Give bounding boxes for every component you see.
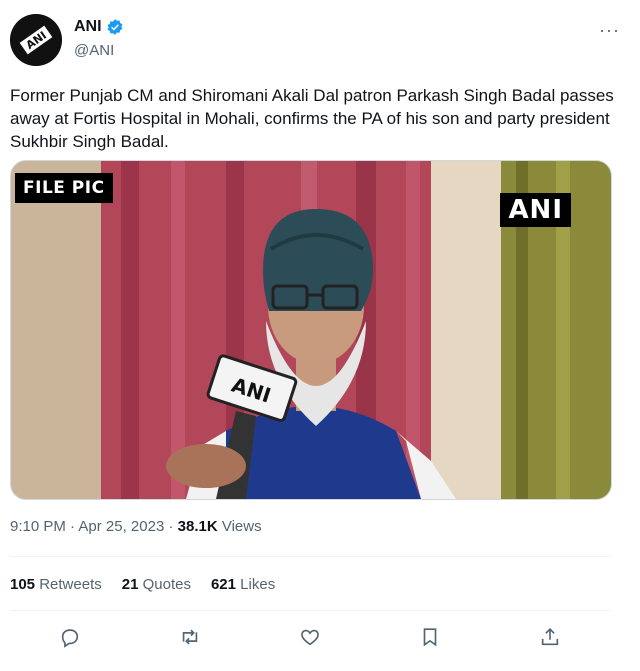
views-label: Views	[221, 518, 262, 535]
display-name[interactable]: ANI	[74, 18, 102, 36]
tweet-meta: 9:10 PM · Apr 25, 2023 · 38.1K Views	[10, 518, 262, 535]
retweet-icon	[182, 629, 198, 645]
share-icon	[541, 628, 559, 646]
more-options-icon[interactable]: ···	[599, 20, 620, 41]
reply-button[interactable]	[50, 622, 90, 652]
reply-icon	[61, 629, 79, 648]
quotes-stat[interactable]: 21 Quotes	[122, 576, 191, 593]
meta-separator: ·	[168, 518, 174, 535]
file-pic-label: FILE PIC	[15, 173, 113, 203]
tweet-date[interactable]: Apr 25, 2023	[78, 518, 164, 535]
quotes-count: 21	[121, 576, 139, 593]
like-button[interactable]	[290, 622, 330, 652]
divider	[10, 556, 610, 557]
action-bar	[10, 622, 610, 652]
handle[interactable]: @ANI	[74, 42, 114, 59]
engagement-stats: 105 Retweets 21 Quotes 621 Likes	[10, 576, 275, 593]
likes-label: Likes	[240, 576, 276, 593]
name-row: ANI	[74, 18, 124, 36]
tweet: ANI ANI @ANI ··· Former Punjab CM and Sh…	[0, 0, 640, 671]
verified-badge-icon	[107, 19, 122, 35]
retweets-stat[interactable]: 105 Retweets	[10, 576, 102, 593]
share-button[interactable]	[530, 622, 570, 652]
quotes-label: Quotes	[142, 576, 191, 593]
media-image[interactable]: ANI FILE PIC ANI	[10, 160, 612, 500]
like-icon	[301, 629, 319, 646]
likes-stat[interactable]: 621 Likes	[211, 576, 275, 593]
divider	[10, 610, 610, 611]
bookmark-icon	[423, 628, 437, 647]
retweet-button[interactable]	[170, 622, 210, 652]
bookmark-button[interactable]	[410, 622, 450, 652]
likes-count: 621	[210, 576, 236, 593]
avatar[interactable]: ANI	[10, 14, 62, 66]
tweet-time[interactable]: 9:10 PM	[10, 518, 66, 535]
tweet-text: Former Punjab CM and Shiromani Akali Dal…	[10, 86, 614, 151]
meta-separator: ·	[70, 518, 76, 535]
retweets-label: Retweets	[39, 576, 102, 593]
tweet-header: ANI ANI @ANI ···	[10, 12, 630, 68]
views-count: 38.1K	[177, 518, 218, 535]
watermark-badge: ANI	[500, 193, 571, 227]
retweets-count: 105	[10, 576, 36, 593]
